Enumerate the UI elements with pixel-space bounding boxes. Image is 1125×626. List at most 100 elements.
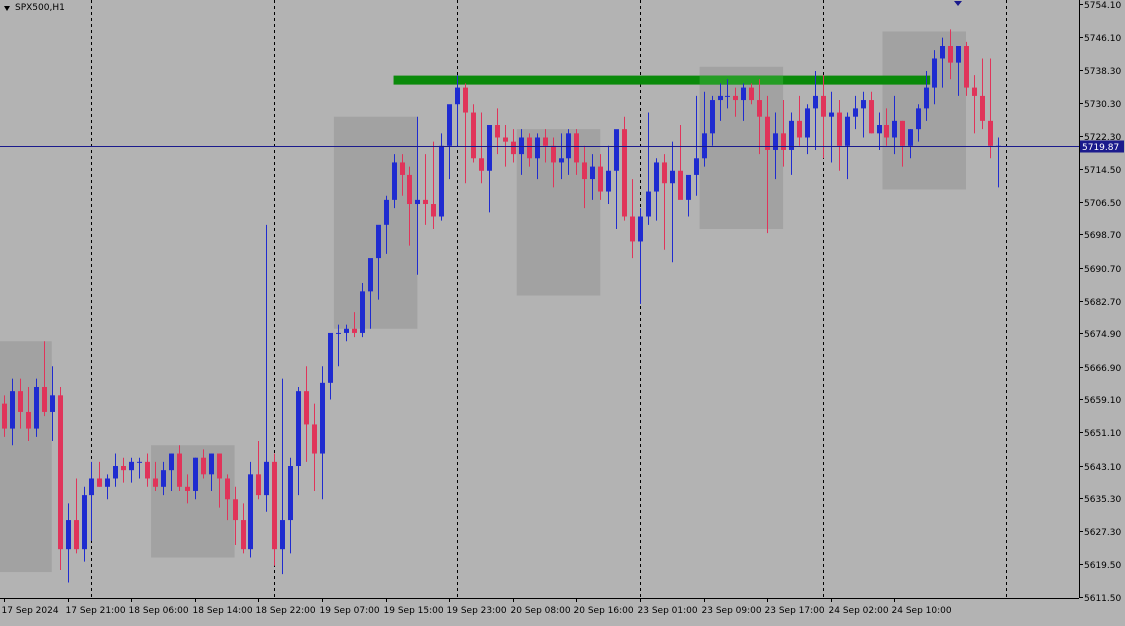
candle-bull [614, 129, 619, 171]
x-tick-label: 19 Sep 07:00 [320, 606, 380, 616]
candle-bull [686, 174, 691, 200]
current-price-label: 5719.87 [1082, 143, 1119, 153]
candle-bull [209, 453, 214, 475]
candle-bull [566, 133, 571, 159]
x-tick-label: 19 Sep 23:00 [447, 606, 507, 616]
resistance-zone-overlap [699, 75, 784, 85]
candle-bull [940, 46, 945, 59]
candle-bear [527, 137, 532, 159]
resistance-zone [393, 75, 931, 85]
candle-bear [185, 486, 190, 491]
chart-area[interactable]: 5754.10 5746.10 5738.30 5730.30 5722.30 5714.… [0, 0, 1125, 622]
candle-bull [813, 95, 818, 109]
candle-bull [845, 116, 850, 146]
candle-bear [431, 204, 436, 217]
candle-bull [320, 382, 325, 454]
candle-bear [662, 162, 667, 184]
y-tick-label: 5611.50 [1084, 594, 1121, 604]
candle-bull [694, 158, 699, 175]
candle-bull [535, 137, 540, 159]
candle-bear [42, 386, 47, 412]
candle-bull [805, 108, 810, 138]
y-tick-label: 5659.10 [1084, 396, 1121, 406]
candle-bull [360, 291, 365, 333]
symbol-label: SPX500,H1 [15, 3, 65, 13]
candle-bear [821, 95, 826, 117]
candle-bear [256, 474, 261, 496]
candle-bear [582, 162, 587, 180]
x-tick-label: 17 Sep 2024 [2, 606, 59, 616]
candle-bull [50, 395, 55, 412]
candle-bull [137, 461, 142, 463]
y-tick-label: 5666.90 [1084, 364, 1121, 374]
candle-bear [471, 112, 476, 159]
candle-bull [161, 470, 166, 487]
candle-bear [201, 457, 206, 475]
candle-bear [407, 174, 412, 205]
candle-bear [574, 133, 579, 163]
candle-bull [89, 478, 94, 496]
candle-bull [384, 199, 389, 225]
candle-bear [948, 46, 953, 63]
candle-bull [741, 87, 746, 101]
candle-bear [765, 116, 770, 150]
candle-bull [113, 466, 118, 479]
candle-bear [225, 478, 230, 500]
y-tick-label: 5738.30 [1084, 67, 1121, 77]
candle-bull [956, 46, 961, 63]
highlight-zone [0, 341, 52, 573]
candle-bear [352, 328, 357, 333]
candle-bear [884, 125, 889, 138]
x-tick-label: 24 Sep 02:00 [829, 606, 889, 616]
candle-bull [264, 461, 269, 496]
x-tick-label: 18 Sep 22:00 [256, 606, 316, 616]
y-tick-label: 5690.70 [1084, 265, 1121, 275]
candle-bull [924, 87, 929, 109]
collapse-arrow-icon[interactable] [4, 6, 10, 11]
candle-bull [725, 95, 730, 97]
y-tick-label: 5698.70 [1084, 231, 1121, 241]
candle-bear [304, 391, 309, 425]
candle-bull [916, 108, 921, 130]
candle-bear [900, 120, 905, 146]
y-tick-label: 5706.50 [1084, 199, 1121, 209]
candle-bear [400, 162, 405, 175]
candle-bull [10, 391, 15, 429]
candle-bear [479, 158, 484, 171]
x-tick-label: 23 Sep 01:00 [638, 606, 698, 616]
candle-bull [248, 474, 253, 550]
candle-bear [511, 141, 516, 155]
candle-bull [892, 120, 897, 138]
x-tick-label: 20 Sep 16:00 [574, 606, 634, 616]
candle-bear [58, 395, 63, 550]
candle-bear [543, 137, 548, 146]
x-tick-label: 18 Sep 06:00 [129, 606, 189, 616]
candle-bear [749, 87, 754, 101]
y-tick-label: 5682.70 [1084, 298, 1121, 308]
price-chart[interactable]: 5754.105746.105738.305730.305722.305714.… [0, 0, 1125, 622]
candle-bull [853, 108, 858, 117]
x-tick-label: 24 Sep 10:00 [892, 606, 952, 616]
candle-bear [988, 120, 993, 146]
y-tick-label: 5627.30 [1084, 528, 1121, 538]
candle-bull [829, 112, 834, 117]
candle-bear [26, 411, 31, 429]
candle-bear [423, 199, 428, 205]
candle-bear [233, 499, 238, 521]
candle-bull [773, 133, 778, 150]
candle-bear [503, 137, 508, 142]
y-tick-label: 5643.10 [1084, 463, 1121, 473]
candle-bear [972, 87, 977, 96]
candle-bull [280, 520, 285, 550]
candle-bear [97, 478, 102, 487]
x-tick-label: 17 Sep 21:00 [66, 606, 126, 616]
candle-bull [670, 170, 675, 184]
candle-bear [869, 100, 874, 134]
candle-bull [789, 120, 794, 150]
candle-bull [336, 332, 341, 334]
candle-bull [590, 166, 595, 180]
candle-bull [455, 87, 460, 105]
x-tick-label: 23 Sep 09:00 [702, 606, 762, 616]
candle-bear [241, 520, 246, 550]
highlight-zone [333, 116, 418, 329]
